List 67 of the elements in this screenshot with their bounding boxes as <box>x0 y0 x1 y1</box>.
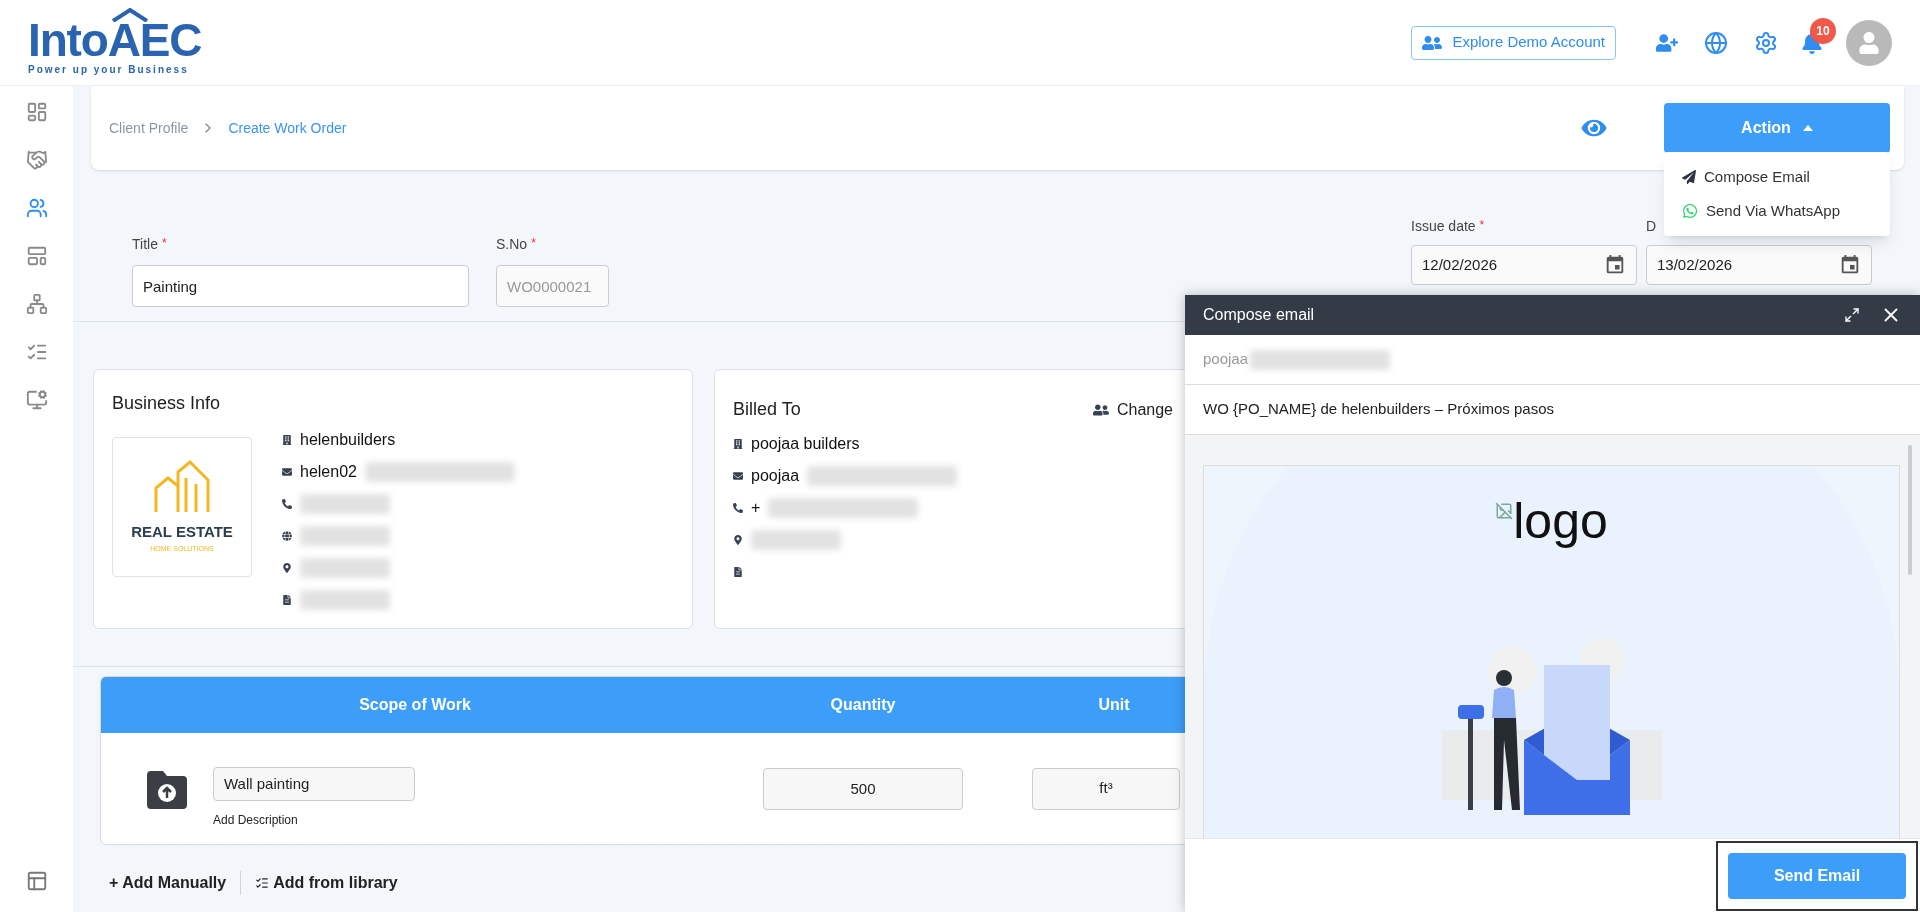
menu-item[interactable]: Send Via WhatsApp <box>1664 194 1890 228</box>
envelope-icon <box>282 467 292 477</box>
notification-badge: 10 <box>1810 17 1836 44</box>
broken-image-icon <box>1495 502 1514 520</box>
calendar-icon <box>1604 254 1626 276</box>
sidebar-item[interactable] <box>25 101 48 123</box>
required-asterisk: * <box>1479 217 1485 234</box>
settings-icon[interactable] <box>1754 30 1778 55</box>
info-text: poojaa <box>751 466 800 486</box>
info-text: + <box>751 498 761 518</box>
map-pin-icon <box>733 535 743 545</box>
scope-field[interactable]: Wall painting <box>213 766 415 801</box>
sidebar-item[interactable] <box>25 389 48 411</box>
date-field[interactable]: 12/02/2026 <box>1411 245 1637 285</box>
sidebar-item[interactable] <box>25 197 48 219</box>
field-label: Title <box>132 235 158 254</box>
sidebar-item[interactable] <box>25 245 48 267</box>
column-header: Quantity <box>829 695 897 715</box>
calendar-icon <box>1839 254 1861 276</box>
avatar[interactable] <box>1846 19 1892 66</box>
menu-item[interactable]: Compose Email <box>1664 160 1890 194</box>
phone-icon <box>733 503 743 513</box>
logo-title: REAL ESTATE <box>131 522 233 542</box>
info-text: helenbuilders <box>300 430 396 450</box>
phone-icon <box>282 499 292 509</box>
add-description-link[interactable]: Add Description <box>213 810 415 829</box>
globe-icon <box>282 531 292 541</box>
sidebar-item[interactable] <box>25 293 48 315</box>
document-icon <box>282 595 292 605</box>
expand-icon[interactable] <box>1844 307 1860 323</box>
text-field[interactable]: WO0000021 <box>496 265 609 307</box>
logo-alt-text: logo <box>1513 492 1608 550</box>
whatsapp-icon <box>1682 203 1698 219</box>
quantity-field[interactable]: 500 <box>763 767 963 810</box>
eye-icon[interactable] <box>1580 117 1608 139</box>
logo-tagline: Power up your Business <box>28 63 190 77</box>
required-asterisk: * <box>161 235 167 252</box>
user-icon <box>1858 31 1880 54</box>
globe-icon[interactable] <box>1704 30 1728 55</box>
logo-text: IntoAEC <box>28 20 202 60</box>
panel-title: Compose email <box>1203 305 1315 325</box>
layout-icon[interactable] <box>25 870 48 892</box>
info-text: poojaa builders <box>751 434 860 454</box>
unit-field[interactable]: ft³ <box>1032 767 1180 810</box>
building-outline-icon <box>152 460 212 515</box>
map-pin-icon <box>282 563 292 573</box>
text-field[interactable]: Painting <box>132 265 469 307</box>
add-manually-button[interactable]: + Add Manually <box>109 871 227 895</box>
add-user-icon[interactable] <box>1656 32 1678 53</box>
field-label: S.No <box>496 235 528 254</box>
date-field[interactable]: 13/02/2026 <box>1646 245 1872 285</box>
column-header: Unit <box>1097 695 1131 715</box>
paper-plane-icon <box>1682 170 1696 184</box>
envelope-icon <box>733 471 743 481</box>
field-label: Issue date <box>1411 217 1476 236</box>
card-title: Billed To <box>733 398 801 421</box>
change-client-button[interactable]: Change <box>1092 397 1173 422</box>
list-icon <box>255 876 270 890</box>
card-title: Business Info <box>112 392 222 415</box>
column-header: Scope of Work <box>358 695 472 715</box>
roof-icon <box>110 8 150 22</box>
add-from-library-button[interactable]: Add from library <box>255 871 398 895</box>
caret-up-icon <box>1802 125 1813 131</box>
field-label: D <box>1646 217 1657 236</box>
sidebar-item[interactable] <box>25 149 48 171</box>
required-asterisk: * <box>531 235 536 252</box>
info-text: helen02 <box>300 462 357 482</box>
